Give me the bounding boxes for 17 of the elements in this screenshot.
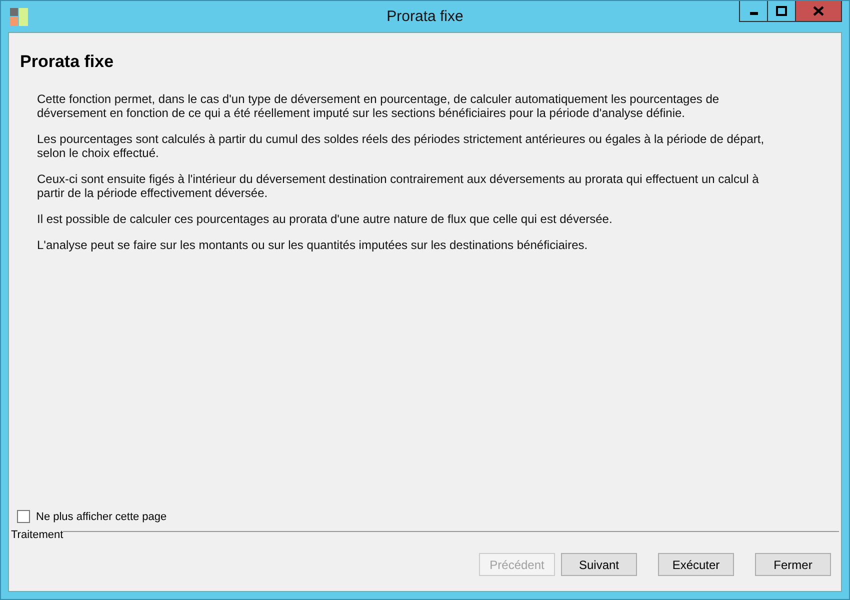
window-title: Prorata fixe bbox=[386, 8, 464, 25]
description-paragraph: Les pourcentages sont calculés à partir du cumul des soldes réels des périodes strictement antérieures ou égales à la période de départ, selon le choix effectué. bbox=[37, 132, 766, 160]
close-icon bbox=[813, 6, 824, 16]
description-paragraph: L'analyse peut se faire sur les montants ou sur les quantités imputées sur les destinations bénéficiaires. bbox=[37, 238, 589, 252]
app-icon bbox=[10, 8, 28, 26]
group-label: Traitement bbox=[11, 529, 64, 541]
dialog-button[interactable]: Suivant bbox=[561, 553, 637, 576]
description-paragraph: Cette fonction permet, dans le cas d'un type de déversement en pourcentage, de calculer automatiquement les pourcentages de déversement en fonction de ce qui a été réellement imputé sur les sections bénéficiaires pour la période d'analyse définie. bbox=[37, 92, 720, 120]
page-heading: Prorata fixe bbox=[20, 52, 115, 72]
minimize-button[interactable] bbox=[739, 1, 768, 22]
dialog-button[interactable]: Exécuter bbox=[658, 553, 734, 576]
maximize-icon bbox=[776, 6, 787, 16]
close-button[interactable] bbox=[795, 1, 842, 22]
description-paragraph: Il est possible de calculer ces pourcentages au prorata d'une autre nature de flux que celle qui est déversée. bbox=[37, 212, 614, 226]
dont-show-checkbox[interactable]: Ne plus afficher cette page bbox=[17, 510, 167, 523]
dialog-button[interactable]: Fermer bbox=[755, 553, 831, 576]
description-paragraph: Ceux-ci sont ensuite figés à l'intérieur du déversement destination contrairement aux déversements au prorata qui effectuent un calcul à partir de la période effectivement déversée. bbox=[37, 172, 760, 200]
